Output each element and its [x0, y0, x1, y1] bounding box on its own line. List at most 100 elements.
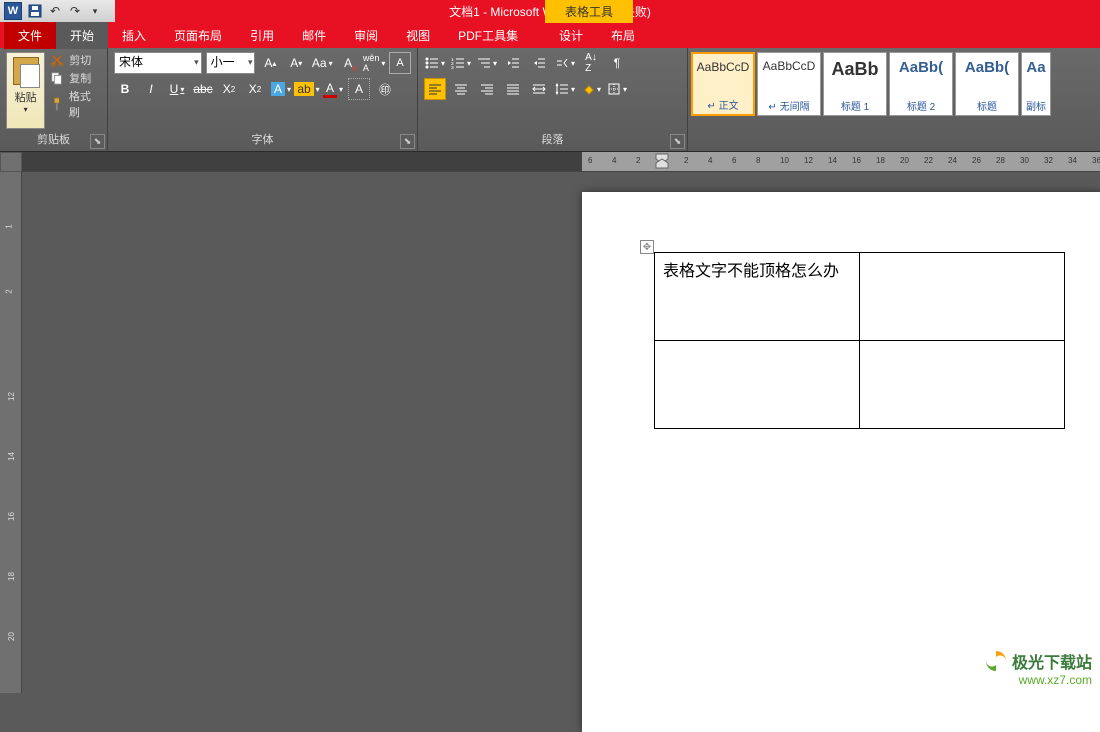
italic-button[interactable]: I [140, 78, 162, 100]
tab-insert[interactable]: 插入 [108, 22, 160, 49]
decrease-indent-button[interactable] [502, 52, 524, 74]
horizontal-ruler[interactable]: 6 4 2 2 4 6 8 10 12 14 16 18 20 22 24 26… [22, 152, 1100, 172]
tab-table-layout[interactable]: 布局 [597, 22, 649, 49]
paragraph-group: 123 A↓Z ¶ 段落 ⬊ [418, 48, 688, 151]
multilevel-icon [477, 56, 491, 70]
asian-layout-button[interactable] [554, 52, 576, 74]
borders-button[interactable] [606, 78, 628, 100]
font-name-dropdown[interactable]: 宋体▾ [114, 52, 202, 74]
ruler-margin-area [22, 152, 582, 171]
shading-button[interactable] [580, 78, 602, 100]
align-center-icon [454, 82, 468, 96]
tab-references[interactable]: 引用 [236, 22, 288, 49]
shrink-font-button[interactable]: A▾ [285, 52, 307, 74]
table-cell[interactable] [860, 253, 1065, 341]
clipboard-group-label: 剪贴板 [6, 129, 101, 147]
title-bar: W ↶ ↷ ▾ 表格工具 文档1 - Microsoft Word(产品激活失败… [0, 0, 1100, 22]
align-center-button[interactable] [450, 78, 472, 100]
word-app-icon[interactable]: W [4, 2, 22, 20]
sort-button[interactable]: A↓Z [580, 52, 602, 74]
tab-page-layout[interactable]: 页面布局 [160, 22, 236, 49]
save-icon[interactable] [26, 2, 44, 20]
quick-access-toolbar: ↶ ↷ ▾ [26, 2, 104, 20]
strikethrough-button[interactable]: abc [192, 78, 214, 100]
font-launcher-icon[interactable]: ⬊ [400, 134, 415, 149]
align-right-icon [480, 82, 494, 96]
document-table[interactable]: 表格文字不能顶格怎么办 [654, 252, 1065, 429]
character-border-button[interactable]: A [389, 52, 411, 74]
redo-icon[interactable]: ↷ [66, 2, 84, 20]
table-cell[interactable] [860, 341, 1065, 429]
style-no-spacing[interactable]: AaBbCcD↵ 无间隔 [757, 52, 821, 116]
tab-home[interactable]: 开始 [56, 22, 108, 49]
underline-button[interactable]: U [166, 78, 188, 100]
tab-mail[interactable]: 邮件 [288, 22, 340, 49]
character-shading-button[interactable]: A [348, 78, 370, 100]
numbering-button[interactable]: 123 [450, 52, 472, 74]
copy-button[interactable]: 复制 [49, 70, 101, 86]
enclose-characters-button[interactable]: ㊞ [374, 78, 396, 100]
style-normal[interactable]: AaBbCcD↵ 正文 [691, 52, 755, 116]
undo-icon[interactable]: ↶ [46, 2, 64, 20]
justify-button[interactable] [502, 78, 524, 100]
indent-marker-icon[interactable] [655, 153, 669, 169]
format-painter-button[interactable]: 格式刷 [49, 88, 101, 120]
align-left-icon [428, 82, 442, 96]
show-marks-button[interactable]: ¶ [606, 52, 628, 74]
table-move-handle-icon[interactable]: ✥ [640, 240, 654, 254]
line-spacing-icon [555, 82, 569, 96]
line-spacing-button[interactable] [554, 78, 576, 100]
paragraph-group-label: 段落 [424, 129, 681, 147]
text-effects-button[interactable]: A [270, 78, 292, 100]
bullets-button[interactable] [424, 52, 446, 74]
vertical-ruler[interactable]: 1 2 12 14 16 18 20 [0, 152, 22, 693]
paste-button[interactable]: 粘贴 ▾ [6, 52, 45, 129]
tab-review[interactable]: 审阅 [340, 22, 392, 49]
style-subtitle[interactable]: Aa副标 [1021, 52, 1051, 116]
table-cell[interactable]: 表格文字不能顶格怎么办 [655, 253, 860, 341]
watermark: 极光下载站 www.xz7.com [984, 649, 1092, 687]
multilevel-list-button[interactable] [476, 52, 498, 74]
borders-icon [607, 82, 621, 96]
clear-format-button[interactable]: A⊘ [337, 52, 359, 74]
font-color-button[interactable]: A [322, 78, 344, 100]
tab-table-design[interactable]: 设计 [545, 22, 597, 49]
svg-text:3: 3 [451, 65, 454, 70]
highlight-button[interactable]: ab [296, 78, 318, 100]
phonetic-guide-button[interactable]: wênA [363, 52, 385, 74]
superscript-button[interactable]: X2 [244, 78, 266, 100]
change-case-button[interactable]: Aa [311, 52, 333, 74]
grow-font-button[interactable]: A▴ [259, 52, 281, 74]
clipboard-group: 粘贴 ▾ 剪切 复制 格式刷 剪贴板 ⬊ [0, 48, 108, 151]
paragraph-launcher-icon[interactable]: ⬊ [670, 134, 685, 149]
outdent-icon [506, 56, 520, 70]
ruler-corner[interactable] [0, 152, 22, 172]
subscript-button[interactable]: X2 [218, 78, 240, 100]
align-left-button[interactable] [424, 78, 446, 100]
tab-pdf-tools[interactable]: PDF工具集 [444, 22, 532, 49]
tab-view[interactable]: 视图 [392, 22, 444, 49]
cut-icon [49, 53, 65, 67]
clipboard-launcher-icon[interactable]: ⬊ [90, 134, 105, 149]
style-heading2[interactable]: AaBb(标题 2 [889, 52, 953, 116]
style-heading1[interactable]: AaBb标题 1 [823, 52, 887, 116]
document-canvas[interactable]: ✥ 表格文字不能顶格怎么办 [582, 172, 1100, 693]
paint-bucket-icon [581, 82, 595, 96]
indent-icon [532, 56, 546, 70]
style-title[interactable]: AaBb(标题 [955, 52, 1019, 116]
font-size-dropdown[interactable]: 小一▾ [206, 52, 256, 74]
font-group: 宋体▾ 小一▾ A▴ A▾ Aa A⊘ wênA A B I U abc X2 … [108, 48, 418, 151]
qat-dropdown-icon[interactable]: ▾ [86, 2, 104, 20]
distributed-button[interactable] [528, 78, 550, 100]
bold-button[interactable]: B [114, 78, 136, 100]
increase-indent-button[interactable] [528, 52, 550, 74]
chevron-down-icon: ▾ [194, 57, 199, 68]
table-cell[interactable] [655, 341, 860, 429]
watermark-logo-icon [984, 649, 1008, 673]
cut-button[interactable]: 剪切 [49, 52, 101, 68]
align-right-button[interactable] [476, 78, 498, 100]
ribbon: 粘贴 ▾ 剪切 复制 格式刷 剪贴板 ⬊ 宋体▾ 小一▾ A▴ A▾ Aa A⊘… [0, 48, 1100, 152]
tab-file[interactable]: 文件 [4, 22, 56, 49]
watermark-text: 极光下载站 [1012, 649, 1092, 673]
watermark-url: www.xz7.com [984, 673, 1092, 687]
